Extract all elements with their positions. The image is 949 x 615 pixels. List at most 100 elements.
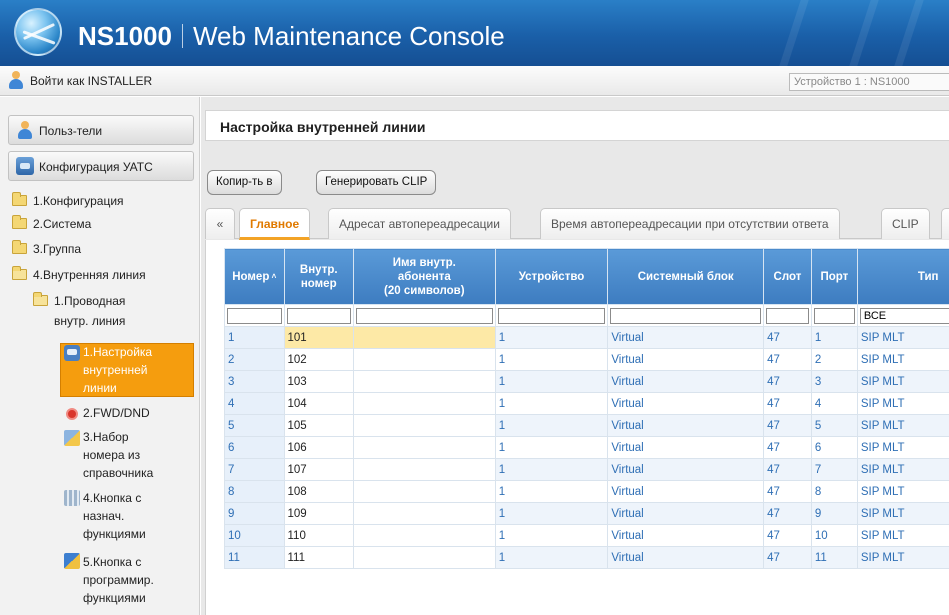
filter-number-input[interactable] [227,307,282,324]
cell-name[interactable] [352,458,496,481]
column-header-slot[interactable]: Слот [763,248,812,305]
cell-type: SIP MLT [856,524,949,547]
table-row[interactable]: 11 111 1 Virtual 47 11 SIP MLT [224,546,949,569]
table-row[interactable]: 8 108 1 Virtual 47 8 SIP MLT [224,480,949,503]
cell-type: SIP MLT [856,370,949,393]
filter-type-input[interactable] [859,307,949,324]
table-row[interactable]: 9 109 1 Virtual 47 9 SIP MLT [224,502,949,525]
cell-system-unit: Virtual [607,436,765,459]
filter-extension-input[interactable] [286,307,351,324]
filter-cell [810,304,858,327]
generate-clip-button[interactable]: Генерировать CLIP [316,170,437,195]
cell-device: 1 [494,326,609,349]
cell-extension[interactable]: 105 [283,414,354,437]
column-header-type[interactable]: Тип [856,248,949,305]
cell-name[interactable] [352,524,496,547]
tree-item-system[interactable]: 2.Система [33,215,91,233]
tree-item-config[interactable]: 1.Конфигурация [33,192,124,210]
cell-extension[interactable]: 109 [283,502,354,525]
cell-extension[interactable]: 101 [283,326,354,349]
cell-name[interactable] [352,414,496,437]
tree-item-function-keys-text: назнач. [83,509,125,523]
table-row[interactable]: 4 104 1 Virtual 47 4 SIP MLT [224,392,949,415]
cell-name[interactable] [352,370,496,393]
tree-item-function-keys[interactable]: 4.Кнопка с назнач. функциями [83,489,146,543]
cell-port: 7 [810,458,858,481]
table-row[interactable]: 7 107 1 Virtual 47 7 SIP MLT [224,458,949,481]
tree-item-wired-line[interactable]: 1.Проводная внутр. линия [54,292,125,330]
tab-scroll-back[interactable]: « [205,208,235,239]
cell-name[interactable] [352,436,496,459]
folder-icon [12,192,27,206]
header-decoration [849,0,879,66]
tree-item-speed-dial[interactable]: 3.Набор номера из справочника [83,428,153,482]
cell-number: 5 [224,414,285,437]
filter-cell [856,304,949,327]
cell-slot: 47 [763,392,812,415]
cell-name[interactable] [352,392,496,415]
users-menu-button[interactable]: Польз-тели [8,115,194,145]
table-row[interactable]: 3 103 1 Virtual 47 3 SIP MLT [224,370,949,393]
cell-extension[interactable]: 102 [283,348,354,371]
table-row[interactable]: 5 105 1 Virtual 47 5 SIP MLT [224,414,949,437]
cell-extension[interactable]: 110 [283,524,354,547]
console-title: Web Maintenance Console [192,21,505,51]
filter-cell [352,304,496,327]
cell-extension[interactable]: 108 [283,480,354,503]
tab-main[interactable]: Главное [239,208,311,240]
table-row[interactable]: 1 101 1 Virtual 47 1 SIP MLT [224,326,949,349]
cell-extension[interactable]: 103 [283,370,354,393]
cell-name[interactable] [352,502,496,525]
cell-name[interactable] [352,546,496,569]
tree-item-extension[interactable]: 4.Внутренняя линия [33,266,146,284]
cell-system-unit: Virtual [607,414,765,437]
filter-port-input[interactable] [813,307,855,324]
cell-extension[interactable]: 107 [283,458,354,481]
tab-no-answer-time[interactable]: Время автопереадресации при отсутствии о… [540,208,840,239]
column-header-number[interactable]: Номер ˄ [224,248,285,305]
cell-device: 1 [494,524,609,547]
tree-item-extension-setup[interactable]: 1.Настройка внутренней линии [83,343,152,397]
cell-name[interactable] [352,326,496,349]
cell-extension[interactable]: 111 [283,546,354,569]
tree-item-speed-dial-text: номера из [83,448,141,462]
function-keys-icon [64,490,80,506]
cell-extension[interactable]: 104 [283,392,354,415]
cell-system-unit: Virtual [607,348,765,371]
cell-type: SIP MLT [856,326,949,349]
extension-table: Номер ˄ Внутр. номер Имя внутр. абонента (2… [224,248,949,569]
cell-device: 1 [494,370,609,393]
cell-number: 3 [224,370,285,393]
filter-row [224,304,949,327]
column-header-port[interactable]: Порт [810,248,858,305]
cell-type: SIP MLT [856,502,949,525]
tree-item-programmable-keys[interactable]: 5.Кнопка с программир. функциями [83,553,154,607]
cell-number: 4 [224,392,285,415]
table-row[interactable]: 10 110 1 Virtual 47 10 SIP MLT [224,524,949,547]
cell-number: 6 [224,436,285,459]
device-selector[interactable]: Устройство 1 : NS1000 [789,73,949,91]
filter-device-input[interactable] [497,307,606,324]
column-header-system-unit[interactable]: Системный блок [607,248,765,305]
cell-name[interactable] [352,348,496,371]
cell-extension[interactable]: 106 [283,436,354,459]
column-header-extension[interactable]: Внутр. номер [283,248,354,305]
table-row[interactable]: 2 102 1 Virtual 47 2 SIP MLT [224,348,949,371]
table-row[interactable]: 6 106 1 Virtual 47 6 SIP MLT [224,436,949,459]
tab-next[interactable] [941,208,949,239]
copy-to-button[interactable]: Копир-ть в [207,170,282,195]
tree-item-fwd-dnd[interactable]: 2.FWD/DND [83,404,150,422]
filter-name-input[interactable] [355,307,493,324]
filter-unit-input[interactable] [610,307,762,324]
pbx-config-button[interactable]: Конфигурация УАТС [8,151,194,181]
column-header-device[interactable]: Устройство [494,248,609,305]
column-header-name[interactable]: Имя внутр. абонента (20 символов) [352,248,496,305]
tab-clip[interactable]: CLIP [881,208,930,239]
cell-port: 5 [810,414,858,437]
tree-item-group[interactable]: 3.Группа [33,240,81,258]
cell-name[interactable] [352,480,496,503]
cell-number: 7 [224,458,285,481]
tab-forward-destination[interactable]: Адресат автопереадресации [328,208,511,239]
filter-slot-input[interactable] [766,307,809,324]
cell-device: 1 [494,458,609,481]
